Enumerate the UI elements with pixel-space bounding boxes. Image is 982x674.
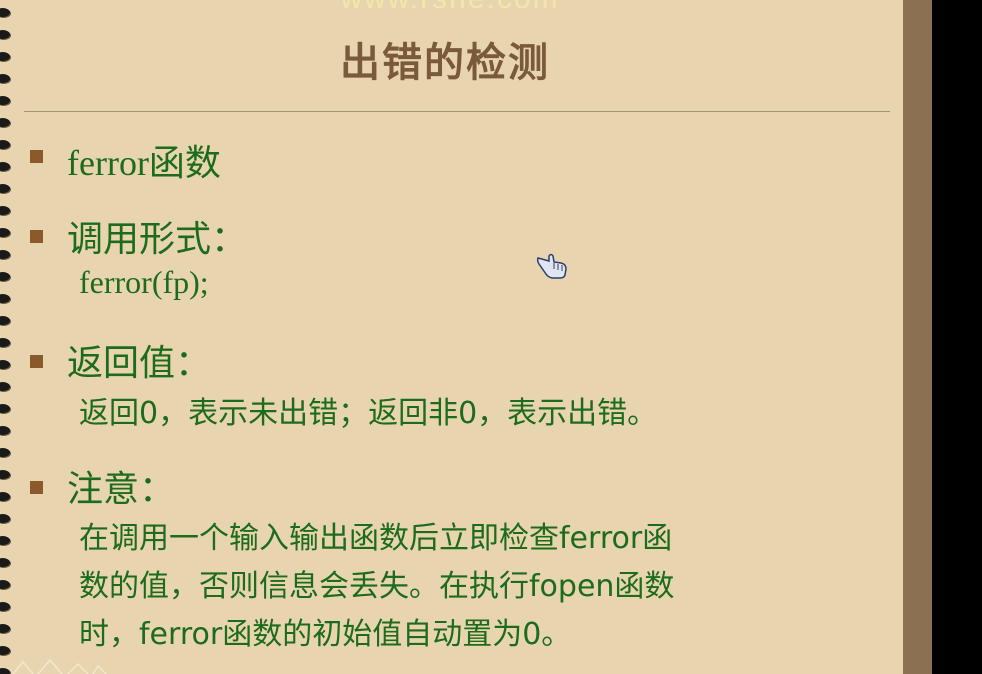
binding-ring <box>0 140 10 149</box>
binding-ring <box>0 184 10 193</box>
section-heading-ferror: ferror函数 <box>67 143 221 183</box>
title-divider <box>24 111 890 112</box>
watermark: www.rsne.com <box>300 0 600 16</box>
binding-ring <box>0 8 10 17</box>
section-heading-note: 注意： <box>67 469 176 510</box>
binding-ring <box>0 448 10 457</box>
binding-ring <box>0 316 10 325</box>
binding-ring <box>0 602 10 611</box>
binding-ring <box>0 118 10 127</box>
binding-ring <box>0 558 10 567</box>
binding-ring <box>0 492 10 501</box>
binding-ring <box>0 228 10 237</box>
binding-ring <box>0 30 10 39</box>
binding-ring <box>0 580 10 589</box>
binding-ring <box>0 624 10 633</box>
binding-ring <box>0 294 10 303</box>
binding-ring <box>0 646 10 655</box>
binding-ring <box>0 470 10 479</box>
binding-ring <box>0 426 10 435</box>
corner-decoration <box>12 658 107 674</box>
slide-title: 出错的检测 <box>340 40 550 86</box>
hand-pointer-icon <box>536 253 567 279</box>
bullet-marker <box>30 230 43 243</box>
binding-ring <box>0 382 10 391</box>
binding-ring <box>0 206 10 215</box>
binding-ring <box>0 338 10 347</box>
section-line: ferror(fp); <box>79 264 209 300</box>
binding-ring <box>0 52 10 61</box>
section-line: 在调用一个输入输出函数后立即检查ferror函 <box>79 521 673 556</box>
binding-ring <box>0 360 10 369</box>
binding-ring <box>0 536 10 545</box>
black-margin <box>932 0 982 674</box>
spiral-binding <box>0 0 14 674</box>
section-line: 数的值，否则信息会丢失。在执行fopen函数 <box>79 569 675 604</box>
section-heading-return-value: 返回值： <box>67 343 212 384</box>
binding-ring <box>0 404 10 413</box>
binding-ring <box>0 514 10 523</box>
binding-ring <box>0 74 10 83</box>
bullet-marker <box>30 150 43 163</box>
binding-ring <box>0 250 10 259</box>
bullet-marker <box>30 355 43 368</box>
binding-ring <box>0 96 10 105</box>
binding-ring <box>0 272 10 281</box>
binding-ring <box>0 162 10 171</box>
bullet-marker <box>30 481 43 494</box>
section-line: 返回0，表示未出错；返回非0，表示出错。 <box>79 396 658 431</box>
right-frame-bar <box>903 0 932 674</box>
slide: www.rsne.com 出错的检测 ferror函数 调用形式： ferror… <box>0 0 903 674</box>
section-line: 时，ferror函数的初始值自动置为0。 <box>79 617 572 652</box>
section-heading-call-form: 调用形式： <box>67 219 248 260</box>
